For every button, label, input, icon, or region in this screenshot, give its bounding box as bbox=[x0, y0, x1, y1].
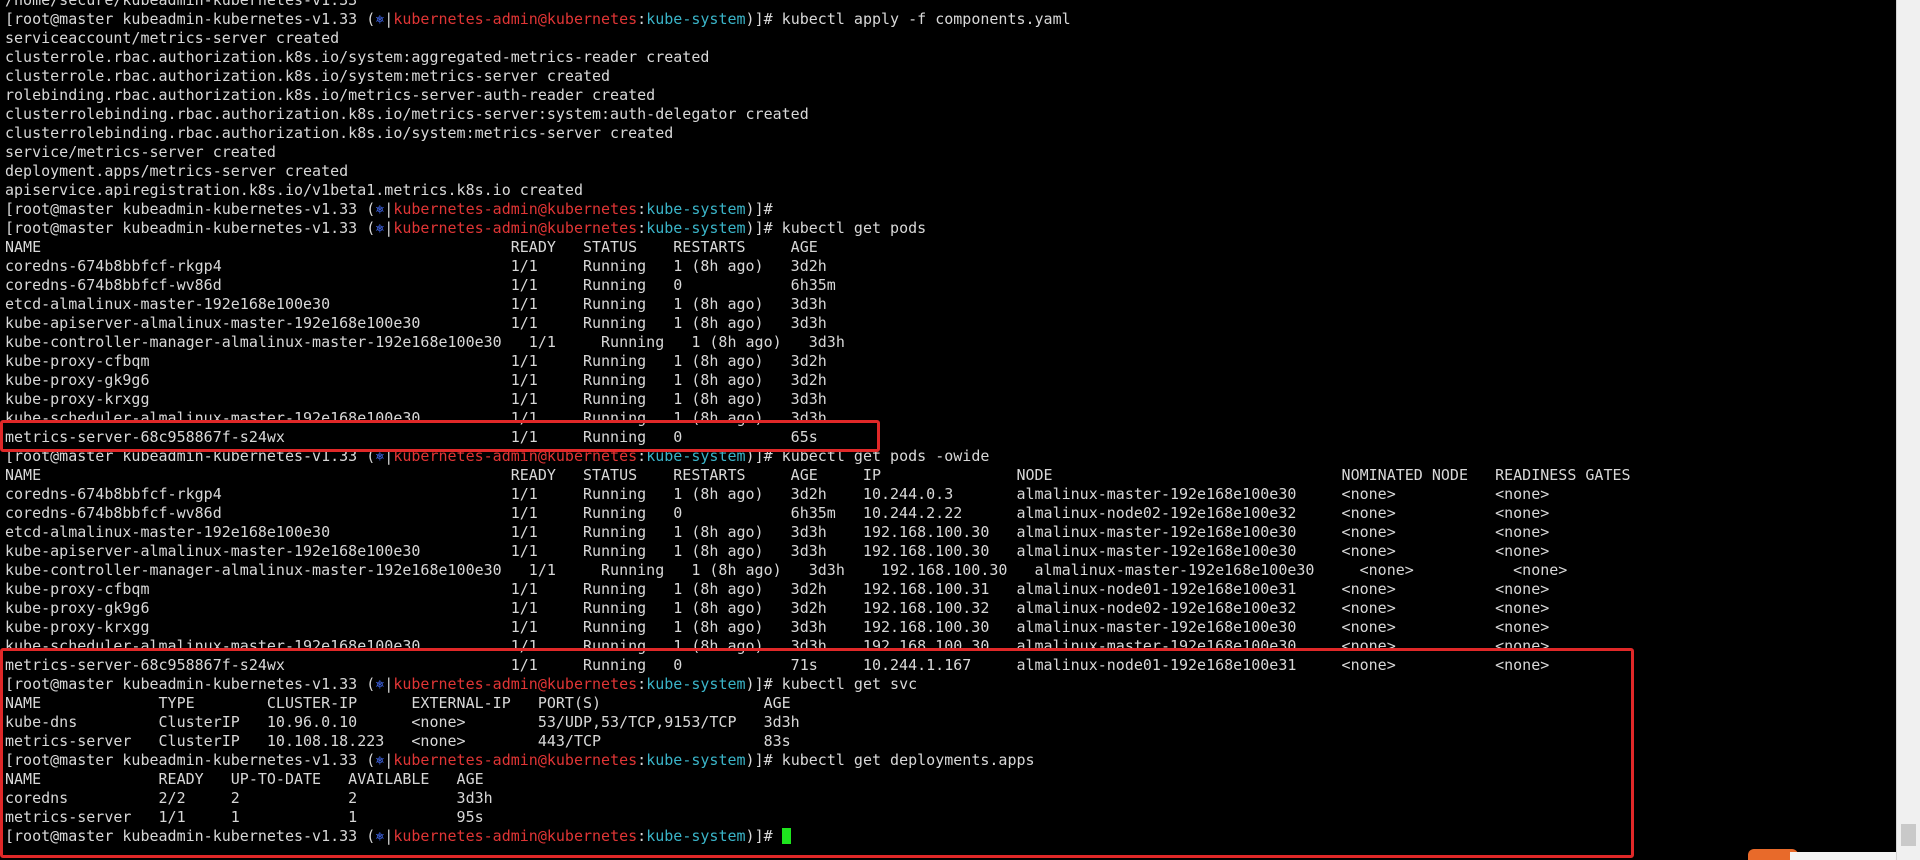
terminal-text: kubernetes-admin@kubernetes bbox=[393, 10, 638, 28]
terminal-line: coredns-674b8bbfcf-rkgp4 1/1 Running 1 (… bbox=[5, 485, 1631, 504]
terminal-line: apiservice.apiregistration.k8s.io/v1beta… bbox=[5, 181, 1631, 200]
terminal-text: etcd-almalinux-master-192e168e100e30 1/1… bbox=[5, 523, 1550, 541]
terminal-window[interactable]: /home/secure/kubeadmin-kubernetes-v1.33[… bbox=[0, 0, 1896, 860]
terminal-line: [root@master kubeadmin-kubernetes-v1.33 … bbox=[5, 219, 1631, 238]
terminal-line: coredns-674b8bbfcf-rkgp4 1/1 Running 1 (… bbox=[5, 257, 1631, 276]
terminal-text: clusterrolebinding.rbac.authorization.k8… bbox=[5, 124, 674, 142]
terminal-text: )]# bbox=[745, 200, 773, 218]
terminal-text: coredns-674b8bbfcf-wv86d 1/1 Running 0 6… bbox=[5, 504, 1550, 522]
terminal-text: kubernetes-admin@kubernetes bbox=[393, 219, 638, 237]
terminal-text: serviceaccount/metrics-server created bbox=[5, 29, 340, 47]
terminal-line: clusterrole.rbac.authorization.k8s.io/sy… bbox=[5, 48, 1631, 67]
terminal-text: kubernetes-admin@kubernetes bbox=[393, 200, 638, 218]
terminal-text: kube-proxy-krxgg 1/1 Running 1 (8h ago) … bbox=[5, 390, 827, 408]
terminal-text: : bbox=[637, 219, 647, 237]
terminal-text: [root@master kubeadmin-kubernetes-v1.33 … bbox=[5, 10, 376, 28]
terminal-text: kube-system bbox=[646, 200, 746, 218]
terminal-line: kube-controller-manager-almalinux-master… bbox=[5, 561, 1631, 580]
terminal-text: NAME READY STATUS RESTARTS AGE IP NODE N… bbox=[5, 466, 1631, 484]
terminal-line: kube-apiserver-almalinux-master-192e168e… bbox=[5, 314, 1631, 333]
terminal-line: rolebinding.rbac.authorization.k8s.io/me… bbox=[5, 86, 1631, 105]
terminal-line: kube-proxy-cfbqm 1/1 Running 1 (8h ago) … bbox=[5, 580, 1631, 599]
vertical-scrollbar[interactable] bbox=[1896, 0, 1920, 860]
terminal-text: service/metrics-server created bbox=[5, 143, 276, 161]
terminal-text: deployment.apps/metrics-server created bbox=[5, 162, 349, 180]
terminal-text: )]# kubectl get pods bbox=[745, 219, 927, 237]
terminal-text: kube-controller-manager-almalinux-master… bbox=[5, 333, 845, 351]
terminal-line: coredns-674b8bbfcf-wv86d 1/1 Running 0 6… bbox=[5, 276, 1631, 295]
kube-helm-icon: ⎈ bbox=[375, 200, 385, 218]
terminal-text: kube-controller-manager-almalinux-master… bbox=[5, 561, 1568, 579]
terminal-text: clusterrole.rbac.authorization.k8s.io/sy… bbox=[5, 67, 611, 85]
terminal-text: coredns-674b8bbfcf-rkgp4 1/1 Running 1 (… bbox=[5, 485, 1550, 503]
terminal-text: kube-proxy-gk9g6 1/1 Running 1 (8h ago) … bbox=[5, 599, 1550, 617]
terminal-line: serviceaccount/metrics-server created bbox=[5, 29, 1631, 48]
terminal-text: )]# kubectl apply -f components.yaml bbox=[745, 10, 1071, 28]
terminal-line: NAME READY STATUS RESTARTS AGE bbox=[5, 238, 1631, 257]
terminal-line: kube-proxy-krxgg 1/1 Running 1 (8h ago) … bbox=[5, 390, 1631, 409]
terminal-line: kube-proxy-krxgg 1/1 Running 1 (8h ago) … bbox=[5, 618, 1631, 637]
terminal-text: | bbox=[384, 10, 394, 28]
terminal-text: coredns-674b8bbfcf-wv86d 1/1 Running 0 6… bbox=[5, 276, 836, 294]
terminal-text: clusterrole.rbac.authorization.k8s.io/sy… bbox=[5, 48, 710, 66]
terminal-line: [root@master kubeadmin-kubernetes-v1.33 … bbox=[5, 10, 1631, 29]
terminal-text: kube-apiserver-almalinux-master-192e168e… bbox=[5, 542, 1550, 560]
terminal-text: | bbox=[384, 200, 394, 218]
terminal-line: kube-proxy-gk9g6 1/1 Running 1 (8h ago) … bbox=[5, 599, 1631, 618]
terminal-line: NAME READY STATUS RESTARTS AGE IP NODE N… bbox=[5, 466, 1631, 485]
highlight-box-metrics-pod bbox=[0, 420, 880, 452]
terminal-line: clusterrolebinding.rbac.authorization.k8… bbox=[5, 124, 1631, 143]
terminal-line: etcd-almalinux-master-192e168e100e30 1/1… bbox=[5, 295, 1631, 314]
terminal-text: kube-apiserver-almalinux-master-192e168e… bbox=[5, 314, 827, 332]
terminal-line: [root@master kubeadmin-kubernetes-v1.33 … bbox=[5, 200, 1631, 219]
terminal-text: | bbox=[384, 219, 394, 237]
terminal-text: apiservice.apiregistration.k8s.io/v1beta… bbox=[5, 181, 583, 199]
highlight-box-verification-commands bbox=[0, 648, 1634, 858]
terminal-line: coredns-674b8bbfcf-wv86d 1/1 Running 0 6… bbox=[5, 504, 1631, 523]
terminal-line: kube-proxy-gk9g6 1/1 Running 1 (8h ago) … bbox=[5, 371, 1631, 390]
terminal-line: etcd-almalinux-master-192e168e100e30 1/1… bbox=[5, 523, 1631, 542]
terminal-text: kube-system bbox=[646, 219, 746, 237]
terminal-text: [root@master kubeadmin-kubernetes-v1.33 … bbox=[5, 200, 376, 218]
terminal-text: kube-proxy-cfbqm 1/1 Running 1 (8h ago) … bbox=[5, 352, 827, 370]
terminal-text: kube-proxy-krxgg 1/1 Running 1 (8h ago) … bbox=[5, 618, 1550, 636]
terminal-text: clusterrolebinding.rbac.authorization.k8… bbox=[5, 105, 809, 123]
kube-helm-icon: ⎈ bbox=[375, 10, 385, 28]
kube-helm-icon: ⎈ bbox=[375, 219, 385, 237]
terminal-text: : bbox=[637, 200, 647, 218]
terminal-line: service/metrics-server created bbox=[5, 143, 1631, 162]
terminal-line: clusterrolebinding.rbac.authorization.k8… bbox=[5, 105, 1631, 124]
terminal-text: kube-proxy-gk9g6 1/1 Running 1 (8h ago) … bbox=[5, 371, 827, 389]
terminal-text: kube-proxy-cfbqm 1/1 Running 1 (8h ago) … bbox=[5, 580, 1550, 598]
terminal-line: kube-apiserver-almalinux-master-192e168e… bbox=[5, 542, 1631, 561]
terminal-text: /home/secure/kubeadmin-kubernetes-v1.33 bbox=[5, 0, 358, 9]
terminal-text: rolebinding.rbac.authorization.k8s.io/me… bbox=[5, 86, 656, 104]
terminal-line: kube-proxy-cfbqm 1/1 Running 1 (8h ago) … bbox=[5, 352, 1631, 371]
terminal-text: coredns-674b8bbfcf-rkgp4 1/1 Running 1 (… bbox=[5, 257, 827, 275]
terminal-text: NAME READY STATUS RESTARTS AGE bbox=[5, 238, 818, 256]
terminal-text: [root@master kubeadmin-kubernetes-v1.33 … bbox=[5, 219, 376, 237]
terminal-line: /home/secure/kubeadmin-kubernetes-v1.33 bbox=[5, 0, 1631, 10]
terminal-text: etcd-almalinux-master-192e168e100e30 1/1… bbox=[5, 295, 827, 313]
scrollbar-thumb[interactable] bbox=[1901, 824, 1916, 846]
terminal-line: deployment.apps/metrics-server created bbox=[5, 162, 1631, 181]
terminal-text: kube-system bbox=[646, 10, 746, 28]
terminal-line: kube-controller-manager-almalinux-master… bbox=[5, 333, 1631, 352]
corner-strip bbox=[1790, 852, 1896, 860]
terminal-text: : bbox=[637, 10, 647, 28]
terminal-line: clusterrole.rbac.authorization.k8s.io/sy… bbox=[5, 67, 1631, 86]
